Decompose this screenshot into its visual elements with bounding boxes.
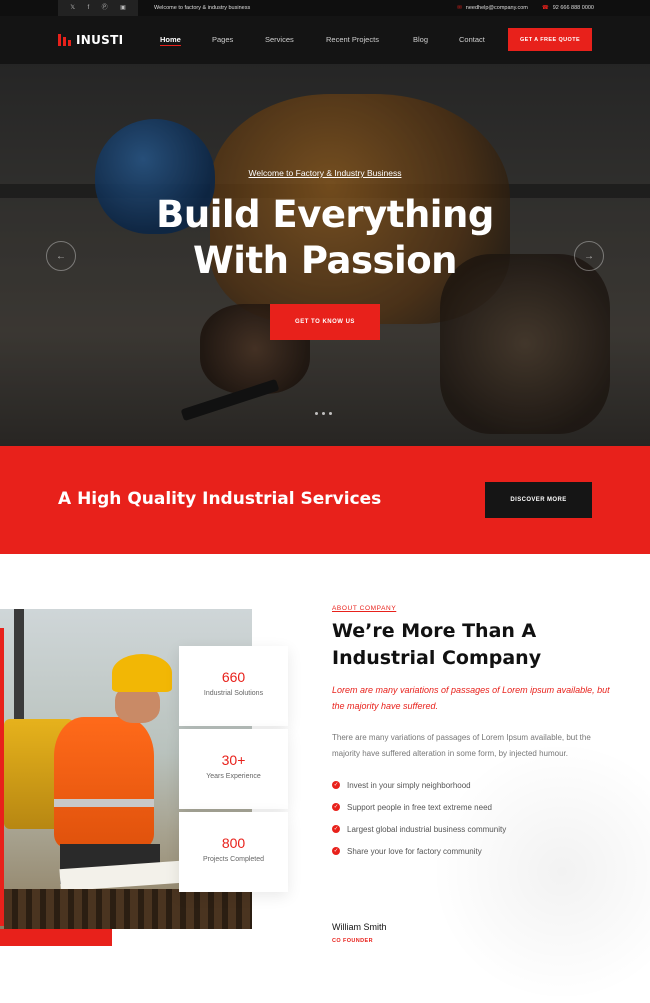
topbar-contact: ✉ needhelp@company.com ☎ 92 666 888 0000 — [457, 0, 594, 16]
next-slide-arrow-icon[interactable]: → — [574, 241, 604, 271]
accent-bar-left — [0, 628, 4, 926]
worker-hard-hat — [112, 654, 172, 692]
nav-item-contact[interactable]: Contact — [459, 35, 485, 44]
phone-text: 92 666 888 0000 — [552, 5, 594, 11]
check-icon: ✓ — [332, 781, 340, 789]
worker-vest-stripe — [54, 799, 154, 807]
list-item-text: Invest in your simply neighborhood — [347, 780, 471, 790]
stat-card: 660 Industrial Solutions — [179, 646, 288, 726]
twitter-icon[interactable]: 𝕏 — [70, 0, 75, 16]
cta-band: A High Quality Industrial Services DISCO… — [0, 446, 650, 554]
stat-label: Years Experience — [206, 773, 261, 780]
discover-more-button[interactable]: DISCOVER MORE — [485, 482, 592, 518]
stat-value: 660 — [221, 669, 246, 685]
mail-icon: ✉ — [457, 5, 462, 11]
topbar-welcome: Welcome to factory & industry business — [154, 5, 251, 11]
stat-card: 30+ Years Experience — [179, 729, 288, 809]
logo-icon — [58, 34, 72, 46]
instagram-icon[interactable]: ▣ — [120, 0, 126, 16]
top-bar: 𝕏 f Ⓟ ▣ Welcome to factory & industry bu… — [0, 0, 650, 16]
about-title: We’re More Than A Industrial Company — [332, 618, 612, 672]
nav-item-recent-projects[interactable]: Recent Projects — [326, 35, 379, 44]
main-nav: INUSTI Home Pages Services Recent Projec… — [0, 16, 650, 64]
hero-title: Build Everything With Passion — [0, 192, 650, 284]
social-links: 𝕏 f Ⓟ ▣ — [58, 0, 138, 16]
about-kicker: ABOUT COMPANY — [332, 605, 397, 612]
excavator-track — [4, 889, 252, 929]
free-quote-button[interactable]: GET A FREE QUOTE — [508, 28, 592, 51]
logo[interactable]: INUSTI — [58, 33, 123, 47]
worker-vest — [54, 717, 154, 847]
slide-dot[interactable] — [322, 412, 325, 415]
hero-slider: Welcome to Factory & Industry Business B… — [0, 64, 650, 446]
slide-dot[interactable] — [329, 412, 332, 415]
about-checklist: ✓ Invest in your simply neighborhood ✓ Sup… — [332, 774, 612, 862]
slider-dots — [315, 412, 332, 415]
check-icon: ✓ — [332, 847, 340, 855]
list-item: ✓ Support people in free text extreme nee… — [332, 796, 612, 818]
nav-item-home[interactable]: Home — [160, 35, 181, 46]
about-title-line1: We’re More Than A — [332, 620, 537, 642]
about-content: ABOUT COMPANY We’re More Than A Industri… — [332, 605, 612, 862]
topbar-email[interactable]: ✉ needhelp@company.com — [457, 0, 528, 16]
nav-item-blog[interactable]: Blog — [413, 35, 428, 44]
accent-bar-bottom — [0, 929, 112, 946]
logo-text: INUSTI — [76, 33, 124, 47]
hero-subtitle: Welcome to Factory & Industry Business — [248, 168, 402, 178]
stat-label: Projects Completed — [202, 856, 265, 863]
nav-item-services[interactable]: Services — [265, 35, 294, 44]
pinterest-icon[interactable]: Ⓟ — [102, 0, 108, 16]
about-body: There are many variations of passages of… — [332, 733, 591, 758]
stat-value: 800 — [221, 835, 246, 851]
signature-role: CO FOUNDER — [332, 938, 373, 944]
signature-name: William Smith — [332, 922, 387, 932]
email-text: needhelp@company.com — [465, 5, 528, 11]
slide-dot[interactable] — [315, 412, 318, 415]
stat-label: Industrial Solutions — [203, 690, 264, 697]
about-lead: Lorem are many variations of passages of… — [332, 685, 610, 711]
list-item-text: Largest global industrial business commu… — [347, 824, 507, 834]
hero-title-line1: Build Everything — [156, 193, 494, 236]
check-icon: ✓ — [332, 825, 340, 833]
prev-slide-arrow-icon[interactable]: ← — [46, 241, 76, 271]
stat-value: 30+ — [221, 752, 246, 768]
nav-item-pages[interactable]: Pages — [212, 35, 233, 44]
list-item: ✓ Largest global industrial business comm… — [332, 818, 612, 840]
list-item: ✓ Share your love for factory community — [332, 840, 612, 862]
list-item-text: Support people in free text extreme need — [347, 802, 492, 812]
excavator-boom — [14, 609, 24, 729]
facebook-icon[interactable]: f — [88, 0, 90, 16]
phone-icon: ☎ — [541, 5, 549, 11]
list-item-text: Share your love for factory community — [347, 846, 482, 856]
get-to-know-us-button[interactable]: GET TO KNOW US — [270, 304, 380, 340]
hero-title-line2: With Passion — [193, 239, 457, 282]
about-title-line2: Industrial Company — [332, 647, 542, 669]
cta-band-title: A High Quality Industrial Services — [58, 489, 382, 509]
check-icon: ✓ — [332, 803, 340, 811]
topbar-phone[interactable]: ☎ 92 666 888 0000 — [542, 0, 594, 16]
list-item: ✓ Invest in your simply neighborhood — [332, 774, 612, 796]
stat-card: 800 Projects Completed — [179, 812, 288, 892]
